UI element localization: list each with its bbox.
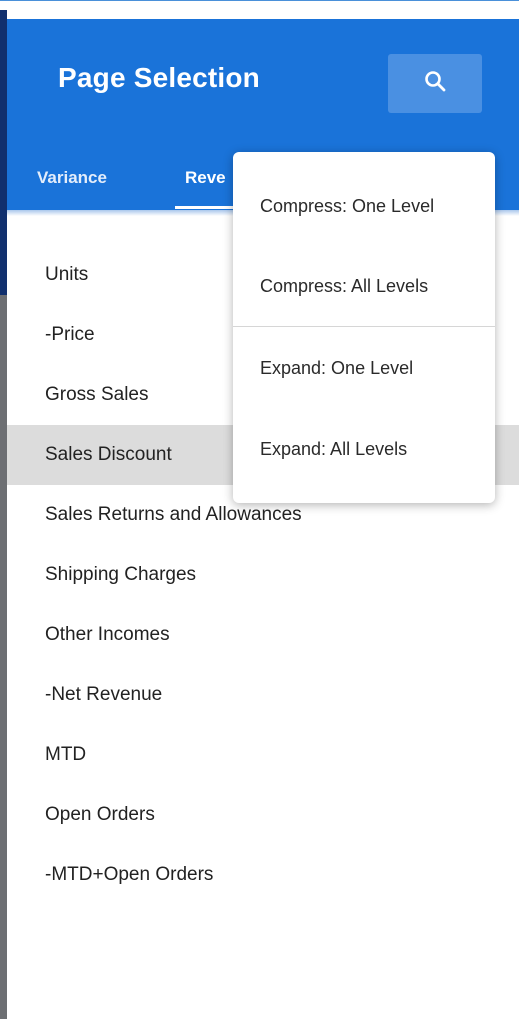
list-item-label: MTD <box>45 744 87 765</box>
list-item-label: -Net Revenue <box>45 684 163 705</box>
tab-variance[interactable]: Variance <box>37 168 107 188</box>
search-icon <box>423 69 447 98</box>
menu-item-expand-all-levels[interactable]: Expand: All Levels <box>233 419 495 479</box>
search-button[interactable] <box>388 54 482 113</box>
list-item-label: Units <box>45 264 89 285</box>
menu-item-label: Compress: One Level <box>260 195 435 216</box>
list-item[interactable]: MTD <box>7 725 519 785</box>
list-item[interactable]: -Net Revenue <box>7 665 519 725</box>
left-edge-bar-accent <box>0 10 7 295</box>
list-item[interactable]: Other Incomes <box>7 605 519 665</box>
list-item-label: Other Incomes <box>45 624 170 645</box>
list-item-label: Gross Sales <box>45 384 149 405</box>
menu-item-label: Expand: One Level <box>260 357 414 378</box>
list-item[interactable]: Shipping Charges <box>7 545 519 605</box>
list-item-label: Sales Discount <box>45 444 172 465</box>
menu-item-compress-all-levels[interactable]: Compress: All Levels <box>233 256 495 316</box>
expand-compress-menu: Compress: One Level Compress: All Levels… <box>233 152 495 503</box>
menu-divider <box>233 326 495 327</box>
page-title: Page Selection <box>58 62 260 93</box>
list-item-label: Open Orders <box>45 804 155 825</box>
menu-item-compress-one-level[interactable]: Compress: One Level <box>233 176 495 236</box>
list-item-label: Sales Returns and Allowances <box>45 504 302 525</box>
list-item[interactable]: -MTD+Open Orders <box>7 845 519 905</box>
list-item-label: -Price <box>45 324 95 345</box>
list-item-label: Shipping Charges <box>45 564 197 585</box>
menu-item-expand-one-level[interactable]: Expand: One Level <box>233 338 495 398</box>
list-item-label: -MTD+Open Orders <box>45 864 214 885</box>
menu-item-label: Expand: All Levels <box>260 438 408 459</box>
window-top-border <box>0 0 519 10</box>
list-item[interactable]: Open Orders <box>7 785 519 845</box>
menu-item-label: Compress: All Levels <box>260 275 429 296</box>
tab-revenue[interactable]: Reve <box>185 168 226 188</box>
